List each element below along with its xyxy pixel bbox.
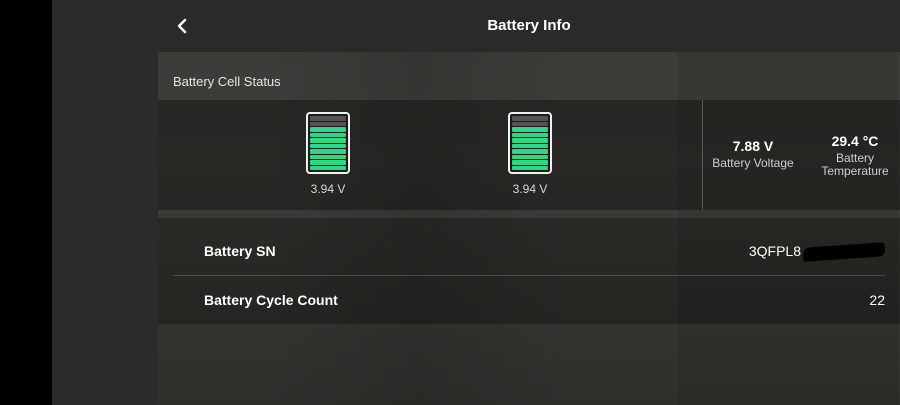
battery-voltage-label: Battery Voltage (712, 156, 794, 170)
battery-cycle-count-row: Battery Cycle Count 22 (173, 276, 885, 324)
battery-temperature-value: 29.4 °C (831, 133, 879, 149)
page-title: Battery Info (487, 17, 571, 34)
divider (702, 100, 703, 210)
battery-voltage-stat: 7.88 V Battery Voltage (706, 138, 800, 170)
cell-voltage: 3.94 V (310, 182, 346, 196)
charge-bar-lit (512, 160, 548, 165)
charge-bar-lit (512, 165, 548, 170)
battery-cycle-count-label: Battery Cycle Count (204, 292, 338, 308)
charge-bar-lit (310, 149, 346, 154)
left-gutter (0, 0, 52, 405)
charge-bar-lit (310, 138, 346, 143)
battery-temperature-stat: 29.4 °C Battery Temperature (810, 133, 900, 178)
charge-bar-lit (310, 127, 346, 132)
charge-bar-lit (512, 132, 548, 137)
battery-cell: 3.94 V (506, 112, 554, 196)
charge-bar-empty (512, 116, 548, 121)
charge-bar-empty (512, 121, 548, 126)
battery-info-panel: Battery Info Battery Cell Status 3.94 V … (158, 0, 900, 405)
battery-sn-label: Battery SN (204, 243, 276, 259)
charge-bar-lit (310, 143, 346, 148)
battery-cycle-count-value: 22 (869, 292, 885, 308)
charge-bar-lit (512, 138, 548, 143)
charge-bar-lit (310, 154, 346, 159)
charge-bar-lit (310, 165, 346, 170)
battery-temperature-label: Battery Temperature (821, 151, 889, 178)
charge-bar-lit (512, 154, 548, 159)
section-title-cell-status: Battery Cell Status (173, 74, 281, 89)
charge-bar-lit (512, 149, 548, 154)
battery-cell-icon (508, 112, 552, 174)
charge-bar-empty (310, 121, 346, 126)
charge-bar-lit (512, 127, 548, 132)
charge-bar-empty (310, 116, 346, 121)
back-button[interactable] (170, 10, 194, 42)
charge-bar-lit (512, 143, 548, 148)
battery-sn-value-wrap: 3QFPL8 (748, 227, 886, 275)
chevron-left-icon (177, 18, 187, 34)
cell-status-panel: 3.94 V 3.94 V 7.88 V Battery Voltage 29.… (158, 100, 900, 210)
battery-voltage-value: 7.88 V (732, 138, 774, 154)
top-bar: Battery Info (158, 0, 900, 52)
battery-cell-icon (306, 112, 350, 174)
cell-voltage: 3.94 V (512, 182, 548, 196)
charge-bar-lit (310, 132, 346, 137)
battery-cell: 3.94 V (304, 112, 352, 196)
charge-bar-lit (310, 160, 346, 165)
battery-sn-row: Battery SN 3QFPL8 (173, 227, 886, 276)
app-screen: Battery Info Battery Cell Status 3.94 V … (0, 0, 900, 405)
redaction-mark (802, 242, 886, 263)
battery-sn-value: 3QFPL8 (748, 243, 801, 259)
left-panel (52, 0, 158, 405)
